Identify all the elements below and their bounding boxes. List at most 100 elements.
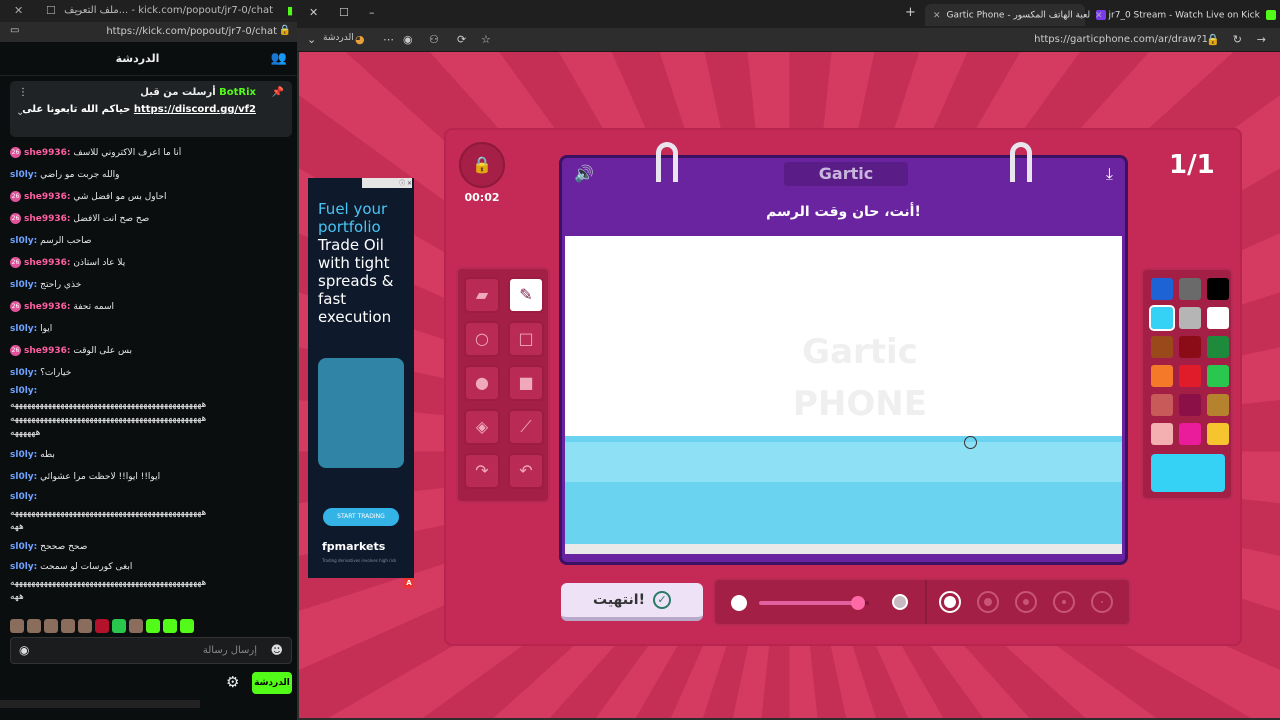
emote-icon[interactable] (146, 618, 160, 633)
tab-gartic[interactable]: ✕ Gartic Phone - لعبة الهاتف المكسور (925, 4, 1107, 26)
chat-username[interactable]: sl0ly: (10, 386, 37, 396)
color-swatch[interactable] (1207, 278, 1229, 300)
color-swatch[interactable] (1179, 278, 1201, 300)
emote-icon[interactable] (10, 618, 24, 633)
new-tab-icon[interactable]: + (905, 5, 916, 20)
color-swatch[interactable] (1151, 423, 1173, 445)
ad-cta-button[interactable]: START TRADING (323, 508, 399, 526)
emote-icon[interactable] (180, 618, 194, 633)
opacity-handle[interactable] (851, 596, 865, 610)
color-swatch[interactable] (1207, 365, 1229, 387)
close-tab-icon[interactable]: ✕ (1095, 11, 1103, 21)
chevron-down-icon[interactable]: ⌄ (307, 33, 316, 46)
forward-icon[interactable]: → (1257, 33, 1266, 46)
color-swatch[interactable] (1151, 278, 1173, 300)
tab-kick[interactable]: ✕ jr7_0 Stream - Watch Live on Kick (1087, 4, 1276, 26)
chat-username[interactable]: sl0ly: (10, 562, 37, 572)
emote-icon[interactable] (78, 618, 92, 633)
refresh-icon[interactable]: ↻ (1233, 33, 1242, 46)
extensions-icon[interactable]: ⚇ (429, 33, 439, 46)
rect-outline-tool-icon[interactable]: □ (508, 321, 544, 357)
minimize-window-icon[interactable]: – (369, 6, 375, 19)
emoji-icon[interactable]: ☻ (270, 643, 283, 657)
undo-icon[interactable]: ↶ (508, 453, 544, 489)
color-swatch[interactable] (1149, 305, 1175, 331)
brush-size-l[interactable] (977, 591, 999, 613)
emote-icon[interactable] (61, 618, 75, 633)
chat-username[interactable]: sl0ly: (10, 280, 37, 290)
bucket-tool-icon[interactable]: ◈ (464, 409, 500, 445)
chat-username[interactable]: she9936: (24, 346, 71, 356)
horizontal-scrollbar[interactable] (0, 700, 200, 708)
chevron-down-icon[interactable]: ⌄ (16, 107, 24, 118)
maximize-window-icon[interactable]: ☐ (339, 6, 349, 19)
chat-username[interactable]: she9936: (24, 214, 71, 224)
emote-icon[interactable] (44, 618, 58, 633)
close-window-icon[interactable]: ✕ (14, 4, 23, 17)
opacity-slider[interactable] (759, 596, 869, 610)
emote-icon[interactable] (112, 618, 126, 633)
drawing-canvas[interactable]: Gartic PHONE (565, 236, 1122, 554)
speaker-icon[interactable]: 🔊 (574, 164, 594, 183)
chat-username[interactable]: sl0ly: (10, 236, 37, 246)
chat-username[interactable]: sl0ly: (10, 368, 37, 378)
color-swatch[interactable] (1151, 394, 1173, 416)
chat-username[interactable]: sl0ly: (10, 450, 37, 460)
favorite-star-icon[interactable]: ☆ (481, 33, 491, 46)
color-swatch[interactable] (1207, 423, 1229, 445)
rect-fill-tool-icon[interactable]: ■ (508, 365, 544, 401)
collections-icon[interactable]: ⟳ (457, 33, 466, 46)
color-swatch[interactable] (1179, 423, 1201, 445)
brush-size-s[interactable] (1053, 591, 1075, 613)
profile-avatar-icon[interactable]: ◕ (355, 33, 365, 46)
color-swatch[interactable] (1207, 307, 1229, 329)
redo-icon[interactable]: ↷ (464, 453, 500, 489)
circle-outline-tool-icon[interactable]: ○ (464, 321, 500, 357)
chat-input[interactable]: ◉ إرسال رسالة ☻ (10, 637, 292, 664)
color-swatch[interactable] (1207, 394, 1229, 416)
gear-icon[interactable]: ⚙ (226, 673, 239, 691)
chat-username[interactable]: she9936: (24, 302, 71, 312)
color-swatch[interactable] (1179, 307, 1201, 329)
emote-icon[interactable] (27, 618, 41, 633)
more-icon[interactable]: ⋯ (383, 33, 394, 46)
chat-username[interactable]: sl0ly: (10, 492, 37, 502)
brush-size-xs[interactable] (1091, 591, 1113, 613)
close-tab-icon[interactable]: ✕ (933, 11, 941, 21)
emote-icon[interactable] (95, 618, 109, 633)
page-url[interactable]: https://garticphone.com/ar/draw?1 (1034, 34, 1208, 45)
send-chat-button[interactable]: الدردشة (252, 672, 292, 694)
profile-label[interactable]: الدردشة (323, 33, 354, 43)
advertisement[interactable]: ⓘ ✕ Fuel your portfolio Trade Oil with t… (308, 178, 414, 578)
chat-username[interactable]: she9936: (24, 192, 71, 202)
lightning-icon[interactable]: ◉ (19, 643, 29, 657)
brush-size-m[interactable] (1015, 591, 1037, 613)
emote-icon[interactable] (129, 618, 143, 633)
chat-username[interactable]: sl0ly: (10, 542, 37, 552)
chat-username[interactable]: she9936: (24, 258, 71, 268)
maximize-window-icon[interactable]: ☐ (46, 4, 56, 17)
circle-fill-tool-icon[interactable]: ● (464, 365, 500, 401)
color-swatch[interactable] (1151, 336, 1173, 358)
pencil-tool-icon[interactable]: ✎ (508, 277, 544, 313)
copilot-icon[interactable]: ◉ (403, 33, 413, 46)
done-button[interactable]: انتهيت! ✓ (561, 583, 703, 621)
color-swatch[interactable] (1207, 336, 1229, 358)
discord-link[interactable]: https://discord.gg/vf2 (134, 104, 256, 115)
chat-username[interactable]: sl0ly: (10, 170, 37, 180)
eraser-tool-icon[interactable]: ▰ (464, 277, 500, 313)
emote-icon[interactable] (163, 618, 177, 633)
more-options-icon[interactable]: ⋮ (18, 87, 28, 98)
chat-username[interactable]: she9936: (24, 148, 71, 158)
color-swatch[interactable] (1179, 394, 1201, 416)
chat-username[interactable]: sl0ly: (10, 472, 37, 482)
color-swatch[interactable] (1179, 365, 1201, 387)
color-swatch[interactable] (1151, 365, 1173, 387)
chat-username[interactable]: sl0ly: (10, 324, 37, 334)
users-icon[interactable]: 👥 (271, 51, 287, 66)
close-window-icon[interactable]: ✕ (309, 6, 318, 19)
brush-size-xl[interactable] (939, 591, 961, 613)
line-tool-icon[interactable]: ⟋ (508, 409, 544, 445)
download-icon[interactable]: ⤓ (1106, 164, 1113, 184)
ad-choices-icon[interactable]: ⓘ ✕ (362, 178, 412, 188)
